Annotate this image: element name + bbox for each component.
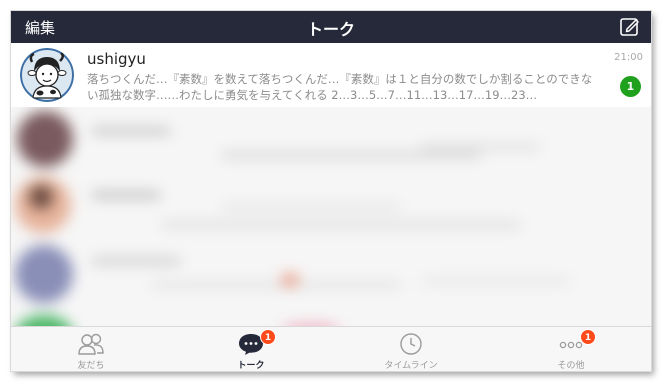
chat-list-item[interactable]: ushigyu 21:00 落ちつくんだ…『素数』を数えて落ちつくんだ…『素数』…	[11, 43, 651, 107]
app-window: 編集 トーク ushigyu 21:00 落ちつくんだ…『素数』を数えて落ちつく…	[11, 11, 651, 371]
tab-label: 友だち	[77, 361, 105, 371]
tab-more[interactable]: 1 その他	[491, 327, 651, 371]
top-bar: 編集 トーク	[11, 11, 651, 43]
compose-icon[interactable]	[619, 16, 641, 38]
page-title: トーク	[306, 20, 355, 39]
tab-label: タイムライン	[384, 361, 438, 371]
chat-message-preview: 落ちつくんだ…『素数』を数えて落ちつくんだ…『素数』は１と自分の数でしか割ること…	[87, 72, 593, 102]
chat-timestamp: 21:00	[614, 52, 643, 63]
blurred-chat-list	[11, 107, 651, 326]
tab-bar: 友だち 1 トーク タイムライン 1 その他	[11, 326, 651, 371]
chat-name: ushigyu	[87, 50, 146, 68]
avatar	[20, 48, 74, 102]
unread-count-badge: 1	[620, 76, 641, 97]
friends-icon	[78, 333, 104, 355]
tab-timeline[interactable]: タイムライン	[331, 327, 491, 371]
clock-icon	[400, 333, 422, 355]
tab-talk-badge: 1	[260, 329, 276, 345]
tab-label: トーク	[237, 361, 265, 371]
tab-talk[interactable]: 1 トーク	[171, 327, 331, 371]
tab-friends[interactable]: 友だち	[11, 327, 171, 371]
tab-more-badge: 1	[580, 329, 596, 345]
tab-label: その他	[557, 361, 585, 371]
